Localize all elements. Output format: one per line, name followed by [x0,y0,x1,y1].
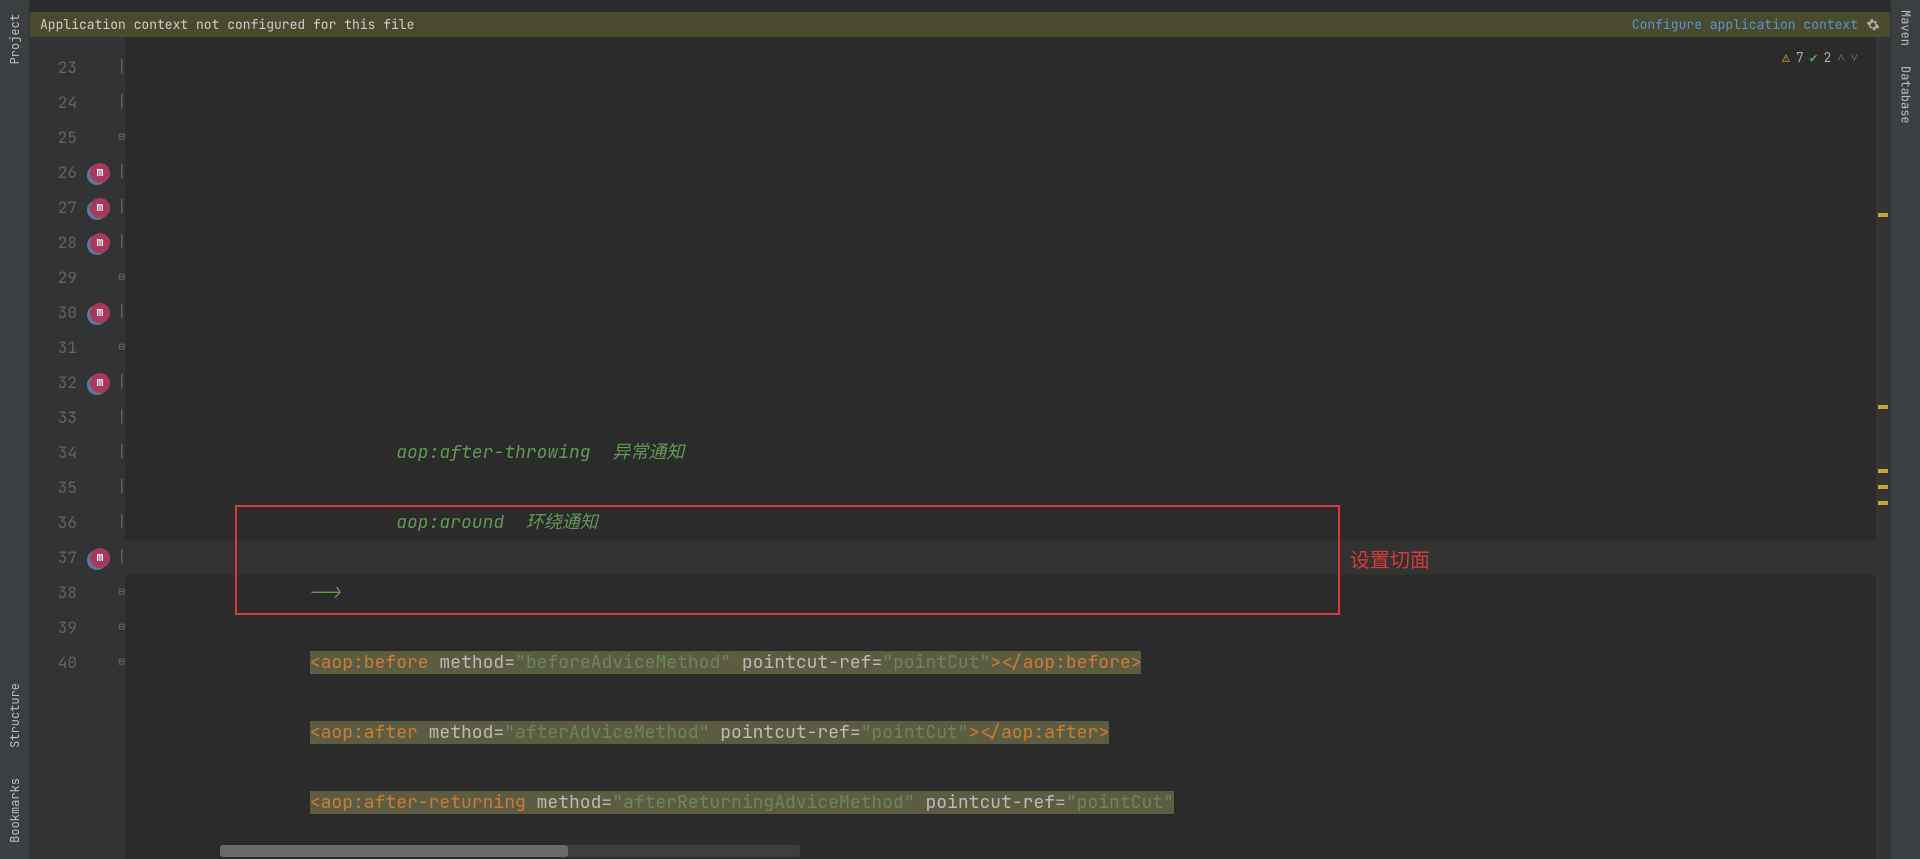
ok-count: 2 [1824,40,1832,75]
error-stripe[interactable] [1876,37,1890,859]
tool-window-bookmarks[interactable]: Bookmarks [7,768,23,853]
tool-window-structure[interactable]: Structure [7,673,23,758]
gear-icon[interactable] [1866,18,1880,32]
gutter-line-32[interactable]: 32m│ [30,365,125,400]
gutter-line-34[interactable]: 34│ [30,435,125,470]
gutter-line-39[interactable]: 39⊟ [30,610,125,645]
stripe-warn-5[interactable] [1878,501,1888,505]
fold-guide-icon: │ [113,237,125,249]
stripe-warn-2[interactable] [1878,405,1888,409]
bean-nav-icon[interactable]: m [89,232,111,254]
gutter-line-28[interactable]: 28m│ [30,225,125,260]
editor: 23│24│25⊟26m│27m│28m│29⊟30m│31⊟32m│33│34… [30,37,1890,859]
stripe-warn-3[interactable] [1878,469,1888,473]
inspections-up-icon[interactable]: ˄ [1837,40,1844,75]
warning-count: 7 [1796,40,1804,75]
fold-guide-icon: │ [113,307,125,319]
gutter-line-29[interactable]: 29⊟ [30,260,125,295]
gutter-line-36[interactable]: 36│ [30,505,125,540]
fold-guide-icon: │ [113,202,125,214]
bean-nav-icon[interactable]: m [89,372,111,394]
tool-window-maven[interactable]: Maven [1898,0,1914,56]
fold-toggle-icon[interactable]: ⊟ [113,587,125,599]
gutter-line-38[interactable]: 38⊟ [30,575,125,610]
fold-guide-icon: │ [113,167,125,179]
fold-guide-icon: │ [113,552,125,564]
bean-nav-icon[interactable]: m [89,197,111,219]
fold-toggle-icon[interactable]: ⊟ [113,657,125,669]
left-tool-strip: Project Structure Bookmarks [0,0,30,859]
gutter-line-25[interactable]: 25⊟ [30,120,125,155]
check-icon: ✔ [1810,40,1818,75]
fold-guide-icon: │ [113,482,125,494]
fold-toggle-icon[interactable]: ⊟ [113,132,125,144]
right-tool-strip: Maven Database [1890,0,1920,859]
fold-toggle-icon[interactable]: ⊟ [113,622,125,634]
gutter: 23│24│25⊟26m│27m│28m│29⊟30m│31⊟32m│33│34… [30,37,125,859]
fold-guide-icon: │ [113,62,125,74]
context-notice-message: Application context not configured for t… [40,16,414,33]
tool-window-database[interactable]: Database [1898,56,1914,134]
context-notice-bar: Application context not configured for t… [30,12,1890,37]
fold-guide-icon: │ [113,97,125,109]
bean-nav-icon[interactable]: m [89,302,111,324]
inspections-down-icon[interactable]: ˅ [1851,40,1858,75]
gutter-line-23[interactable]: 23│ [30,50,125,85]
fold-guide-icon: │ [113,377,125,389]
gutter-line-27[interactable]: 27m│ [30,190,125,225]
gutter-line-35[interactable]: 35│ [30,470,125,505]
gutter-line-40[interactable]: 40⊟ [30,645,125,680]
inspections-widget[interactable]: ⚠7 ✔2 ˄ ˅ [1782,40,1858,75]
gutter-line-37[interactable]: 37m│ [30,540,125,575]
stripe-warn-1[interactable] [1878,213,1888,217]
stripe-warn-4[interactable] [1878,485,1888,489]
gutter-line-24[interactable]: 24│ [30,85,125,120]
gutter-line-26[interactable]: 26m│ [30,155,125,190]
fold-toggle-icon[interactable]: ⊟ [113,272,125,284]
bean-nav-icon[interactable]: m [89,547,111,569]
fold-guide-icon: │ [113,447,125,459]
annotation-label: 设置切面 [1350,543,1430,578]
gutter-line-31[interactable]: 31⊟ [30,330,125,365]
code-area[interactable]: ⚠7 ✔2 ˄ ˅ 设置切面 aop:after-throwing 异常通知 a… [125,37,1876,859]
fold-guide-icon: │ [113,517,125,529]
bean-nav-icon[interactable]: m [89,162,111,184]
fold-toggle-icon[interactable]: ⊟ [113,342,125,354]
tool-window-project[interactable]: Project [7,4,23,74]
gutter-line-30[interactable]: 30m│ [30,295,125,330]
code-content[interactable]: aop:after-throwing 异常通知 aop:around 环绕通知 … [125,435,1876,859]
warning-icon: ⚠ [1782,40,1790,75]
fold-guide-icon: │ [113,412,125,424]
gutter-line-33[interactable]: 33│ [30,400,125,435]
configure-context-link[interactable]: Configure application context [1632,16,1858,33]
